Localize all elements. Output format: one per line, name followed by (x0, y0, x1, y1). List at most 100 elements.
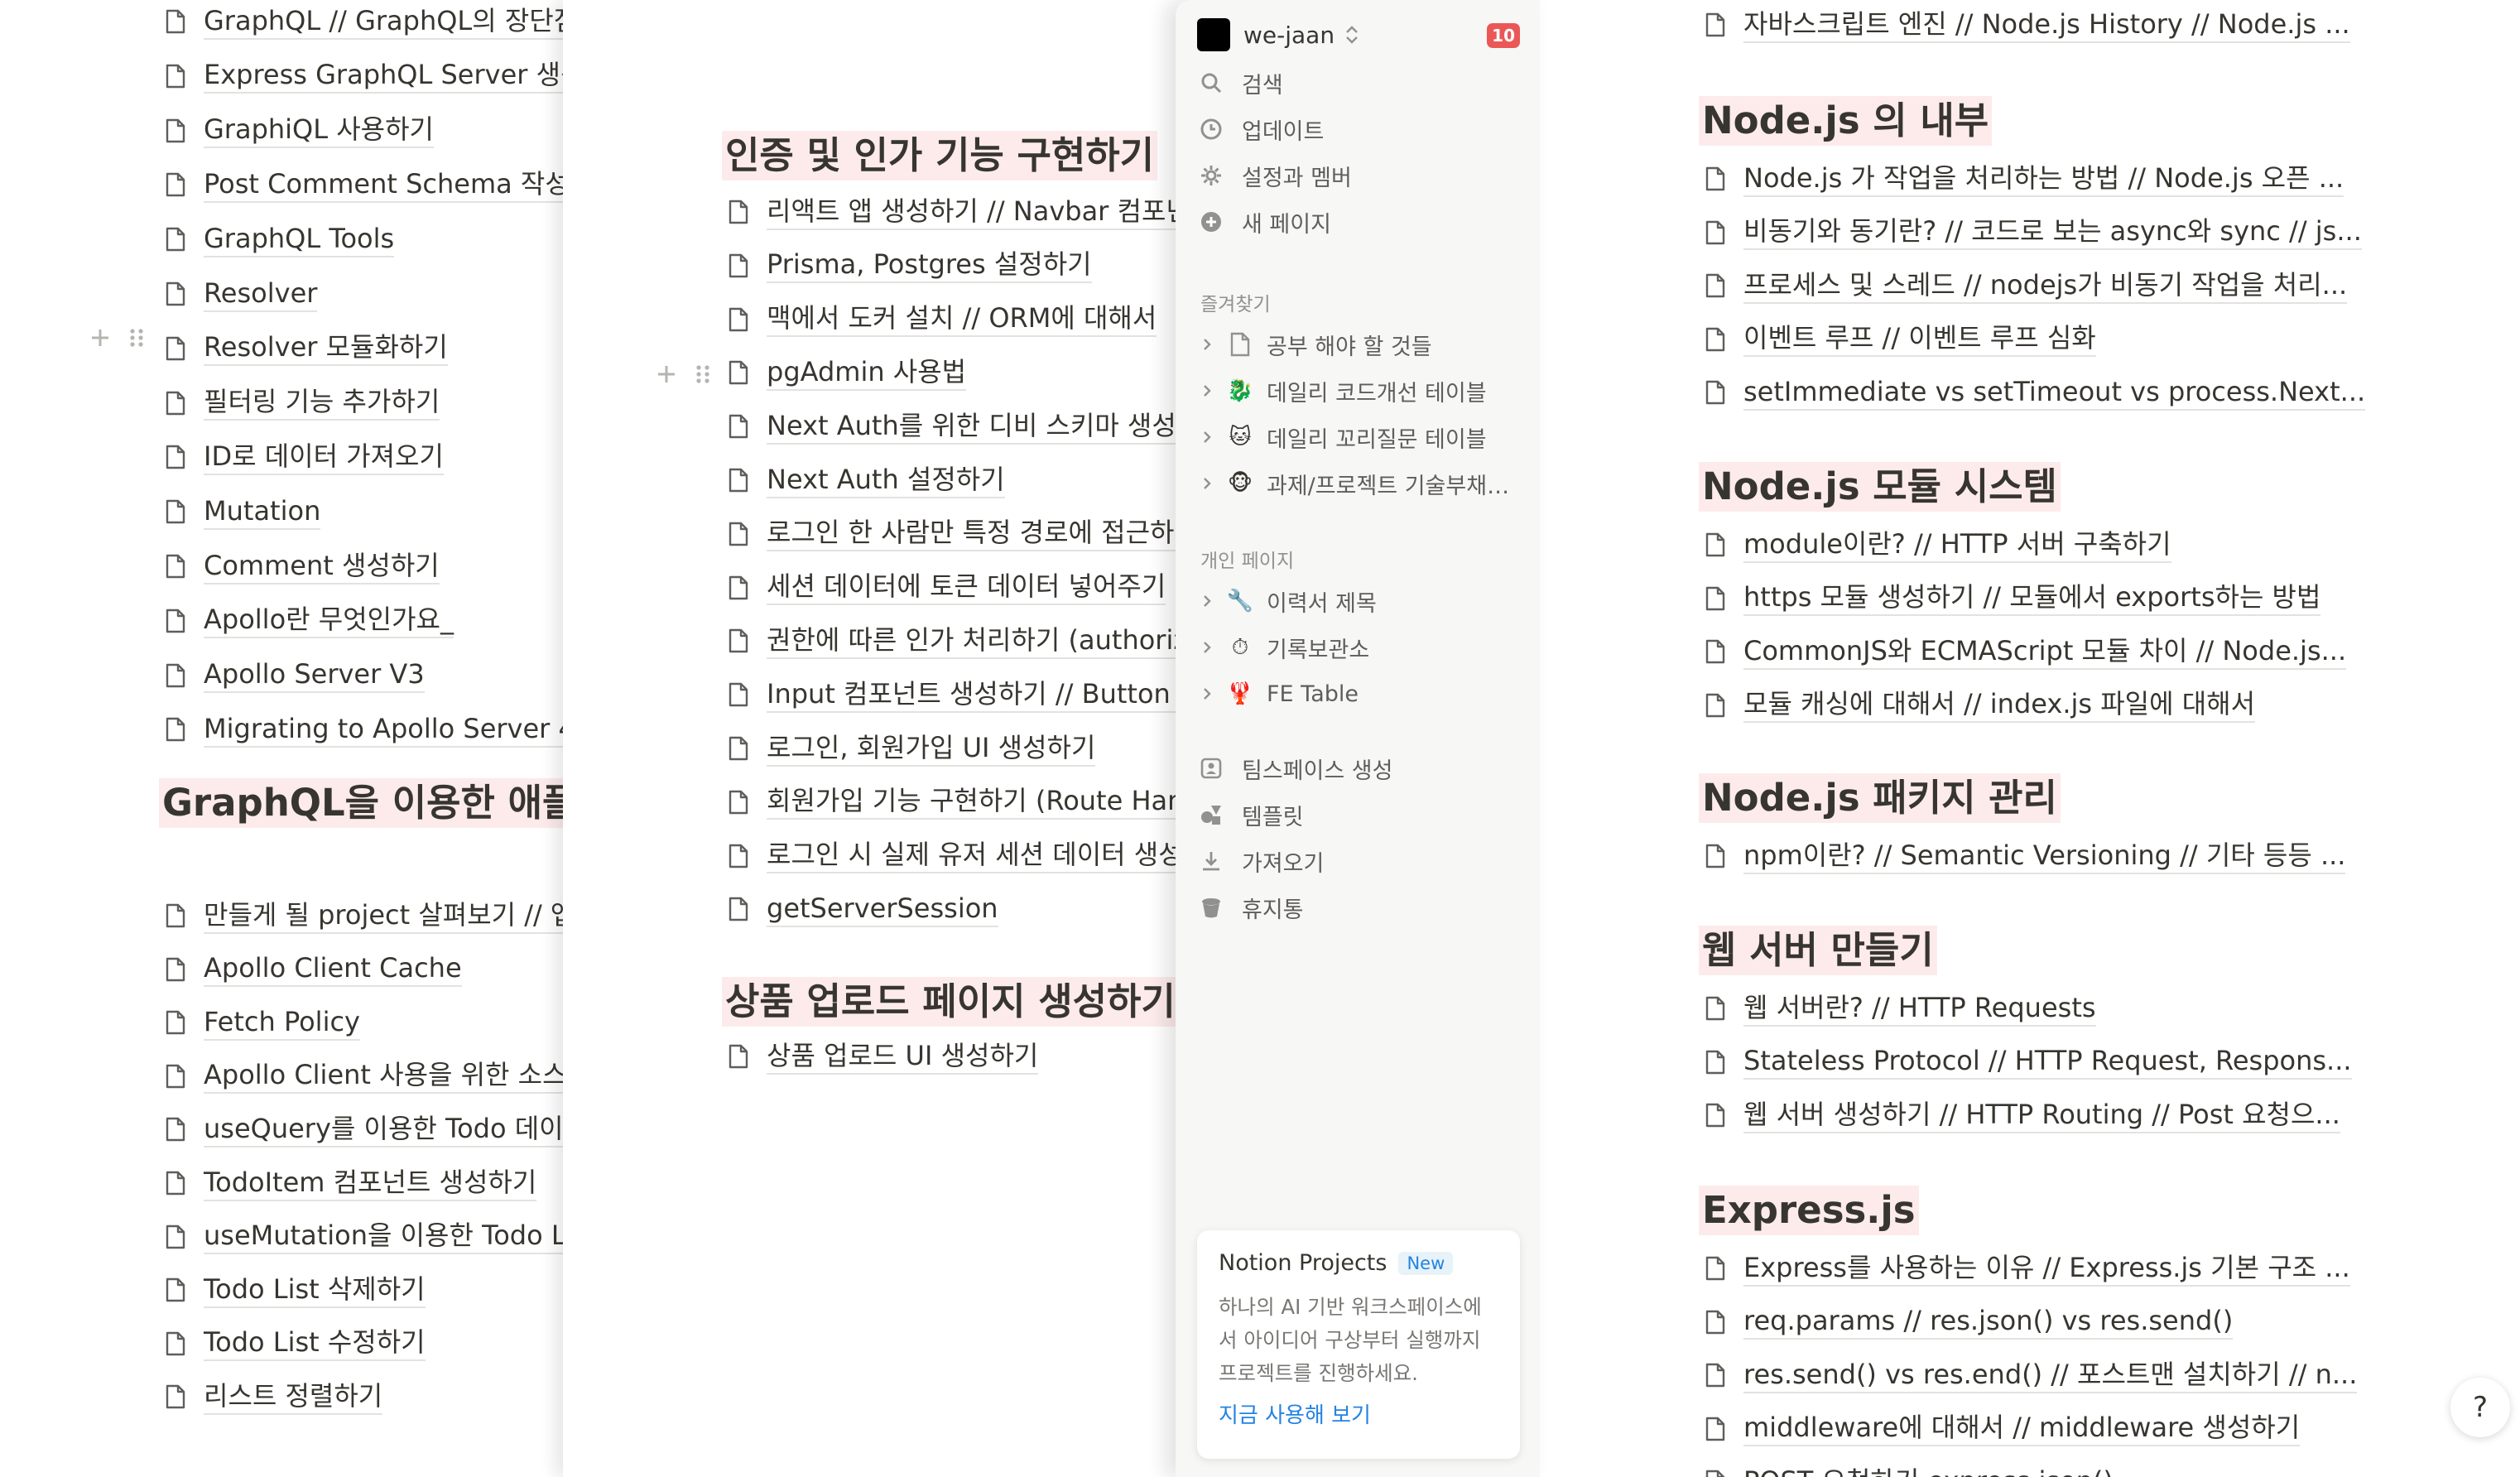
page-link-row[interactable]: useQuery를 이용한 Todo 데이터 (166, 1108, 563, 1151)
sidebar-item-label: 데일리 꼬리질문 테이블 (1267, 426, 1487, 453)
sidebar-item-settings[interactable]: 설정과 멤버 (1199, 156, 1522, 195)
page-link-row[interactable]: 회원가입 기능 구현하기 (Route Handler) (729, 781, 1192, 824)
page-link-row[interactable]: pgAdmin 사용법 (729, 351, 967, 394)
section-heading: 상품 업로드 페이지 생성하기 (722, 974, 1179, 1030)
page-link-row[interactable]: 웹 서버란? // HTTP Requests (1705, 987, 2096, 1030)
page-link-row[interactable]: Apollo Client 사용을 위한 소스 코드 (166, 1055, 563, 1098)
page-link-row[interactable]: Resolver 모듈화하기 (166, 327, 448, 370)
page-link-row[interactable]: Prisma, Postgres 설정하기 (729, 244, 1092, 287)
sidebar-item-search[interactable]: 검색 (1199, 63, 1522, 103)
page-link-row[interactable]: req.params // res.json() vs res.send() (1705, 1301, 2234, 1344)
chevron-right-icon[interactable] (1199, 427, 1215, 447)
page-link-text: 웹 서버 생성하기 // HTTP Routing // Post 요청으... (1743, 1098, 2340, 1133)
trash-icon (1202, 898, 1220, 918)
section-heading: Node.js 의 내부 (1699, 93, 1993, 149)
page-link-row[interactable]: Apollo란 무엇인가요_ (166, 599, 454, 642)
page-link-row[interactable]: Todo List 수정하기 (166, 1322, 426, 1365)
page-link-row[interactable]: Apollo Server V3 (166, 654, 425, 697)
page-link-row[interactable]: 자바스크립트 엔진 // Node.js History // Node.js … (1705, 3, 2350, 46)
block-handle[interactable] (656, 353, 714, 396)
page-link-row[interactable]: useMutation을 이용한 Todo List (166, 1215, 563, 1258)
page-link-row[interactable]: Next Auth 설정하기 (729, 459, 1005, 502)
page-link-row[interactable]: npm이란? // Semantic Versioning // 기타 등등 .… (1705, 835, 2346, 878)
page-link-row[interactable]: GraphQL Tools (166, 218, 395, 261)
sidebar-item-private[interactable]: ⏱ 기록보관소 (1199, 628, 1530, 667)
page-link-row[interactable]: 권한에 따른 인가 처리하기 (authorization) (729, 619, 1192, 662)
page-link-row[interactable]: 이벤트 루프 // 이벤트 루프 심화 (1705, 318, 2096, 361)
chevron-right-icon[interactable] (1199, 474, 1215, 493)
page-link-row[interactable]: 상품 업로드 UI 생성하기 (729, 1035, 1039, 1078)
page-link-row[interactable]: GraphQL // GraphQL의 장단점 (166, 0, 563, 43)
help-button[interactable]: ? (2450, 1378, 2510, 1437)
page-link-row[interactable]: Input 컴포넌트 생성하기 // Button 컴포넌트 (729, 673, 1192, 716)
sidebar-item-favorite[interactable]: 🐵 과제/프로젝트 기술부채 ... (1199, 464, 1530, 503)
chevron-right-icon[interactable] (1199, 684, 1215, 704)
page-link-row[interactable]: 만들게 될 project 살펴보기 // 앱 구조 (166, 894, 563, 937)
page-link-row[interactable]: POST 요청하기 express.json() (1705, 1460, 2114, 1477)
page-link-row[interactable]: 맥에서 도커 설치 // ORM에 대해서 (729, 298, 1157, 341)
page-link-row[interactable]: 프로세스 및 스레드 // nodejs가 비동기 작업을 처리... (1705, 264, 2348, 307)
page-link-text: TodoItem 컴포넌트 생성하기 (204, 1166, 537, 1201)
sidebar-item-templates[interactable]: 템플릿 (1199, 795, 1522, 835)
page-link-row[interactable]: Stateless Protocol // HTTP Request, Resp… (1705, 1041, 2352, 1084)
workspace-switcher[interactable]: we-jaan 10 (1197, 12, 1520, 58)
page-link-row[interactable]: 웹 서버 생성하기 // HTTP Routing // Post 요청으... (1705, 1094, 2340, 1137)
page-link-row[interactable]: Express GraphQL Server 생성하기 (166, 55, 563, 98)
page-link-row[interactable]: 세션 데이터에 토큰 데이터 넣어주기 (729, 566, 1166, 609)
chevron-right-icon[interactable] (1199, 591, 1215, 611)
page-link-row[interactable]: Mutation (166, 490, 321, 533)
plus-icon[interactable] (656, 363, 677, 386)
plus-icon[interactable] (89, 326, 111, 349)
sidebar-item-import[interactable]: 가져오기 (1199, 841, 1522, 881)
sidebar-item-new-page[interactable]: 새 페이지 (1199, 202, 1522, 242)
page-link-row[interactable]: CommonJS와 ECMAScript 모듈 차이 // Node.js... (1705, 630, 2347, 673)
page-link-row[interactable]: Next Auth를 위한 디비 스키마 생성하기 (729, 405, 1192, 448)
sidebar-item-private[interactable]: 🔧 이력서 제목 (1199, 581, 1530, 621)
page-link-row[interactable]: 리액트 앱 생성하기 // Navbar 컴포넌트 (729, 190, 1192, 233)
page-link-row[interactable]: Express를 사용하는 이유 // Express.js 기본 구조 ... (1705, 1247, 2350, 1290)
drag-handle-icon[interactable] (692, 363, 714, 386)
page-link-row[interactable]: Post Comment Schema 작성하기 (166, 163, 563, 206)
page-link-row[interactable]: setImmediate vs setTimeout vs process.Ne… (1705, 371, 2366, 414)
page-icon (1705, 327, 1725, 351)
page-link-row[interactable]: Node.js 가 작업을 처리하는 방법 // Node.js 오픈 ... (1705, 157, 2344, 200)
drag-handle-icon[interactable] (126, 326, 147, 349)
page-icon (1705, 273, 1725, 298)
page-link-row[interactable]: ID로 데이터 가져오기 (166, 435, 444, 479)
sidebar-item-create-teamspace[interactable]: 팀스페이스 생성 (1199, 748, 1522, 788)
page-link-row[interactable]: Migrating to Apollo Server 4 (166, 708, 563, 751)
sidebar-item-updates[interactable]: 업데이트 (1199, 109, 1522, 149)
sidebar-item-favorite[interactable]: 🐉 데일리 코드개선 테이블 (1199, 371, 1530, 411)
page-link-row[interactable]: Apollo Client Cache (166, 948, 462, 991)
page-link-row[interactable]: 비동기와 동기란? // 코드로 보는 async와 sync // js... (1705, 211, 2362, 254)
page-link-row[interactable]: 로그인, 회원가입 UI 생성하기 (729, 727, 1096, 770)
page-icon (166, 1277, 185, 1302)
page-link-row[interactable]: Fetch Policy (166, 1001, 360, 1044)
page-link-row[interactable]: GraphiQL 사용하기 (166, 109, 434, 152)
page-link-row[interactable]: getServerSession (729, 888, 998, 931)
try-now-link[interactable]: 지금 사용해 보기 (1219, 1398, 1498, 1429)
sidebar-item-favorite[interactable]: 🐱 데일리 꼬리질문 테이블 (1199, 417, 1530, 457)
page-link-row[interactable]: middleware에 대해서 // middleware 생성하기 (1705, 1407, 2301, 1451)
page-link-row[interactable]: https 모듈 생성하기 // 모듈에서 exports하는 방법 (1705, 577, 2321, 620)
sidebar-item-private[interactable]: 🦞 FE Table (1199, 674, 1530, 714)
chevron-right-icon[interactable] (1199, 334, 1215, 354)
page-link-row[interactable]: res.send() vs res.end() // 포스트맨 설치하기 // … (1705, 1354, 2358, 1397)
page-link-row[interactable]: Comment 생성하기 (166, 545, 440, 588)
chevron-right-icon[interactable] (1199, 381, 1215, 401)
page-link-row[interactable]: 모듈 캐싱에 대해서 // index.js 파일에 대해서 (1705, 684, 2256, 727)
page-link-text: Comment 생성하기 (204, 549, 440, 585)
sidebar-item-favorite[interactable]: 공부 해야 할 것들 (1199, 325, 1530, 364)
page-link-row[interactable]: 리스트 정렬하기 (166, 1375, 383, 1418)
page-link-row[interactable]: Todo List 삭제하기 (166, 1268, 426, 1311)
chevron-right-icon[interactable] (1199, 637, 1215, 657)
page-link-row[interactable]: module이란? // HTTP 서버 구축하기 (1705, 523, 2171, 566)
page-link-row[interactable]: Resolver (166, 272, 318, 315)
page-link-row[interactable]: TodoItem 컴포넌트 생성하기 (166, 1162, 537, 1205)
sidebar-item-trash[interactable]: 휴지통 (1199, 888, 1522, 927)
promo-title-row: Notion Projects New (1219, 1250, 1498, 1276)
block-handle[interactable] (89, 316, 147, 359)
page-link-row[interactable]: 필터링 기능 추가하기 (166, 382, 440, 425)
page-link-row[interactable]: 로그인 시 실제 유저 세션 데이터 생성하기 (729, 835, 1192, 878)
page-link-row[interactable]: 로그인 한 사람만 특정 경로에 접근하기 (729, 512, 1192, 556)
